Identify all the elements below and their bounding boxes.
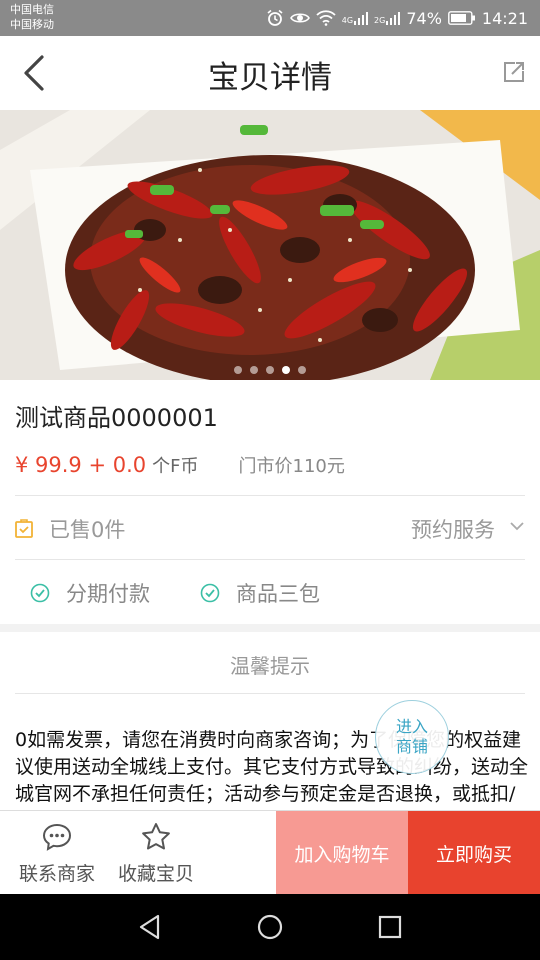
nav-home-icon[interactable] (256, 913, 284, 941)
feature-warranty: 商品三包 (200, 578, 320, 608)
section-separator (0, 624, 540, 632)
price-unit: 个F币 (152, 456, 199, 477)
star-icon (142, 823, 170, 850)
carrier-info: 中国电信 中国移动 (10, 2, 54, 32)
signal-2g: 2G (374, 11, 401, 25)
status-bar: 中国电信 中国移动 4G 2G 74% 14:21 (0, 0, 540, 36)
bottom-action-bar: 联系商家 收藏宝贝 加入购物车 立即购买 (0, 810, 540, 895)
carousel-indicator (0, 366, 540, 374)
contact-seller-label: 联系商家 (18, 863, 95, 885)
signal-icon (386, 12, 401, 25)
contact-seller-button[interactable]: 联系商家 (15, 811, 99, 895)
divider (15, 559, 525, 560)
share-icon[interactable] (502, 60, 526, 84)
check-circle-icon (30, 583, 50, 603)
enter-shop-label-1: 进入 (395, 717, 428, 736)
clock: 14:21 (481, 8, 528, 28)
enter-shop-button[interactable]: 进入 商铺 (375, 700, 449, 774)
signal-icon (354, 12, 369, 25)
enter-shop-label-2: 商铺 (395, 737, 428, 756)
sold-booking-row[interactable]: 已售0件 预约服务 (15, 512, 525, 544)
product-name: 测试商品0000001 (15, 404, 218, 432)
bag-icon (15, 519, 33, 538)
network-type-1: 4G (341, 16, 354, 25)
nav-back-icon[interactable] (136, 913, 164, 941)
carousel-dot (298, 366, 306, 374)
carousel-dot (234, 366, 242, 374)
feature-label: 分期付款 (66, 582, 150, 606)
buy-now-button[interactable]: 立即购买 (408, 811, 540, 895)
carrier-2: 中国移动 (10, 18, 54, 31)
feature-installment: 分期付款 (30, 578, 150, 608)
signal-4g: 4G (341, 11, 369, 25)
sold-count: 已售0件 (49, 518, 126, 542)
product-image-carousel[interactable] (0, 110, 540, 380)
eye-icon (289, 13, 310, 23)
nav-recent-icon[interactable] (376, 913, 404, 941)
network-type-2: 2G (374, 16, 386, 25)
product-price: ¥ 99.9 + 0.0 (15, 453, 147, 477)
battery-percent: 74% (406, 8, 442, 28)
favorite-button[interactable]: 收藏宝贝 (114, 811, 198, 895)
app-header: 宝贝详情 (0, 36, 540, 110)
divider (15, 495, 525, 496)
carousel-dot (250, 366, 258, 374)
chevron-down-icon[interactable] (509, 520, 525, 532)
status-icons: 4G 2G 74% 14:21 (266, 7, 528, 29)
divider (15, 693, 525, 694)
tips-text: 0如需发票，请您在消费时向商家咨询；为了保障您的权益建议使用送动全城线上支付。其… (15, 729, 529, 805)
carousel-dot (266, 366, 274, 374)
product-photo (0, 110, 540, 380)
battery-icon (447, 11, 475, 25)
chat-bubble-icon (42, 823, 72, 851)
price-row: ¥ 99.9 + 0.0 个F币 门市价110元 (15, 452, 345, 478)
tips-title: 温馨提示 (230, 654, 310, 678)
check-circle-icon (200, 583, 220, 603)
carrier-1: 中国电信 (10, 3, 54, 16)
carousel-dot-active (282, 366, 290, 374)
booking-service[interactable]: 预约服务 (411, 514, 495, 544)
wifi-icon (316, 10, 336, 26)
system-nav-bar (0, 894, 540, 960)
market-price: 门市价110元 (238, 456, 345, 477)
feature-label: 商品三包 (236, 582, 320, 606)
favorite-label: 收藏宝贝 (117, 863, 194, 885)
alarm-icon (267, 9, 283, 26)
add-to-cart-button[interactable]: 加入购物车 (276, 811, 408, 895)
page-title: 宝贝详情 (208, 60, 332, 96)
